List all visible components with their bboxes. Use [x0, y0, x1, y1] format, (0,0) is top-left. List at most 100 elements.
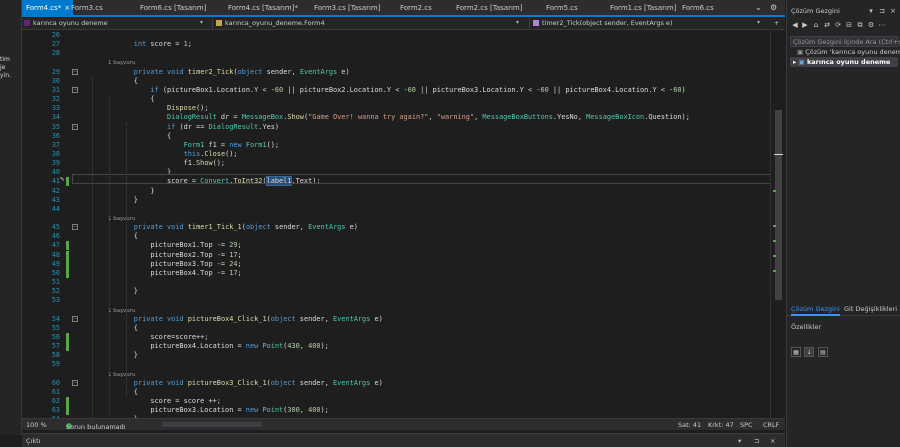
code-line: DialogResult dr = MessageBox.Show("Game …	[166, 113, 690, 122]
method-icon	[533, 20, 539, 26]
tab-form1-designer[interactable]: Form1.cs [Tasarım]	[610, 4, 676, 12]
line-number: 28	[51, 49, 60, 58]
code-line: {	[84, 131, 172, 140]
change-marker	[66, 406, 69, 416]
property-pages-icon[interactable]: ▤	[818, 347, 828, 357]
gear-icon[interactable]: ⚙	[770, 3, 777, 12]
change-marker	[66, 259, 69, 269]
reference-count-lens[interactable]: 1 başvuru	[108, 372, 135, 378]
line-number: 52	[51, 287, 60, 296]
code-line: private void timer2_Tick(object sender, …	[133, 67, 350, 76]
scrollbar-thumb[interactable]	[775, 110, 782, 300]
horizontal-scrollbar[interactable]	[162, 422, 262, 427]
code-line: score = score ++;	[84, 397, 221, 405]
solution-root-node[interactable]: ▣ Çözüm 'karınca oyunu deneme'	[797, 48, 900, 56]
line-number: 42	[51, 186, 60, 195]
collapse-icon[interactable]: −	[72, 379, 78, 386]
tab-form5-cs[interactable]: Form5.cs	[546, 4, 578, 12]
bottom-tab-strip: Çözüm Gezgini Git Değişiklikleri	[787, 303, 900, 316]
tab-form2-cs[interactable]: Form2.cs	[400, 4, 432, 12]
collapse-icon[interactable]: −	[72, 86, 78, 93]
code-line: Dispose();	[166, 104, 209, 113]
reference-count-lens[interactable]: 1 başvuru	[108, 60, 135, 66]
tab-form4-cs[interactable]: Form4.cs* ×	[22, 0, 74, 17]
change-marker	[66, 241, 69, 251]
line-ending-indicator[interactable]: CRLF	[763, 421, 779, 429]
code-line: {	[84, 95, 155, 104]
tab-label: Form4.cs*	[26, 4, 62, 12]
tab-form6-designer[interactable]: Form6.cs [Tasarım]	[140, 4, 206, 12]
line-number: 27	[51, 40, 60, 49]
line-number: 45	[51, 223, 60, 232]
chevron-down-icon: ▾	[200, 19, 204, 26]
code-line: if (pictureBox1.Location.Y < -60 || pict…	[150, 85, 686, 94]
home-icon[interactable]: ⌂	[812, 21, 820, 29]
close-icon[interactable]: ×	[64, 4, 70, 12]
indent-guide	[92, 76, 93, 418]
line-number: 30	[51, 76, 60, 85]
split-editor-icon[interactable]: +	[774, 19, 784, 29]
collapse-all-icon[interactable]: ⊟	[845, 21, 853, 29]
line-number: 34	[51, 113, 60, 122]
line-number: 60	[51, 378, 60, 387]
visual-studio-window: tim je yin. Form4.cs* × Form3.cs Form6.cs…	[0, 0, 900, 447]
code-editor[interactable]: 26 27 28 29 30 31 32 33 34 35 36 37 38 39 40 41 42 43 44 45…	[22, 30, 785, 418]
member-dropdown[interactable]: timer2_Tick(object sender, EventArgs e) ▾	[533, 19, 768, 29]
sync-icon[interactable]: ⇄	[823, 21, 831, 29]
current-line-highlight	[72, 174, 772, 184]
tab-form2-designer[interactable]: Form2.cs [Tasarım]	[456, 4, 522, 12]
solution-search-input[interactable]: Çözüm Gezgini İçinde Ara (Ctrl+ş)	[790, 36, 900, 47]
line-number: 36	[51, 131, 60, 140]
code-line: pictureBox4.Top -= 17;	[84, 268, 242, 277]
tab-form3-cs[interactable]: Form3.cs	[71, 4, 103, 12]
close-icon[interactable]: ×	[770, 437, 775, 445]
pending-changes-icon[interactable]: ⟳	[834, 21, 842, 29]
line-number-gutter: 26 27 28 29 30 31 32 33 34 35 36 37 38 39 40 41 42 43 44 45…	[22, 30, 70, 418]
navigation-bar: karınca oyunu deneme ▾ karınca_oyunu_dene…	[22, 18, 785, 30]
categorized-icon[interactable]: ▦	[791, 347, 801, 357]
tab-solution-explorer[interactable]: Çözüm Gezgini	[791, 305, 840, 316]
reference-count-lens[interactable]: 1 başvuru	[108, 308, 135, 314]
show-all-files-icon[interactable]: ⧉	[856, 21, 864, 29]
reference-count-lens[interactable]: 1 başvuru	[108, 216, 135, 222]
solution-icon: ▣	[797, 48, 806, 56]
whitespace-indicator[interactable]: SPC	[740, 421, 753, 429]
chevron-down-icon[interactable]: ▾	[738, 437, 741, 445]
collapse-icon[interactable]: −	[72, 224, 78, 231]
line-number: 37	[51, 140, 60, 149]
alphabetical-icon[interactable]: ↓	[804, 347, 814, 357]
chevron-down-icon[interactable]: ▾	[867, 7, 875, 15]
back-icon[interactable]: ◀	[791, 21, 799, 29]
output-panel-header[interactable]: Çıktı ▾ ⊐ ×	[22, 433, 785, 447]
collapse-icon[interactable]: −	[72, 315, 78, 322]
project-node[interactable]: ▸ ▣ karınca oyunu deneme	[793, 58, 890, 66]
collapse-icon[interactable]: −	[72, 123, 78, 130]
tab-form6-cs[interactable]: Form6.cs	[682, 4, 714, 12]
class-dropdown[interactable]: karınca_oyunu_deneme.Form4 ▾	[216, 19, 526, 29]
more-icon[interactable]: ⋯	[878, 21, 886, 29]
code-line: pictureBox1.Top -= 29;	[84, 241, 242, 250]
code-line: this.Close();	[183, 149, 238, 158]
line-number: 26	[51, 31, 60, 39]
vertical-scrollbar[interactable]	[770, 30, 785, 418]
properties-icon[interactable]: ⚙	[867, 21, 875, 29]
left-panel-text: yin.	[0, 72, 11, 79]
tab-git-changes[interactable]: Git Değişiklikleri	[844, 305, 897, 313]
change-marker	[66, 342, 69, 352]
change-marker	[773, 240, 776, 242]
divider	[529, 19, 530, 29]
project-node-label: karınca oyunu deneme	[806, 58, 891, 66]
tab-form3-designer[interactable]: Form3.cs [Tasarım]	[314, 4, 380, 12]
forward-icon[interactable]: ▶	[801, 21, 809, 29]
code-line: score=score++;	[84, 332, 209, 341]
collapse-icon[interactable]: −	[72, 68, 78, 75]
zoom-level-dropdown[interactable]: 100 %	[26, 421, 47, 429]
tab-form4-designer[interactable]: Form4.cs [Tasarım]*	[228, 4, 298, 12]
close-icon[interactable]: ×	[889, 7, 897, 15]
pin-icon[interactable]: ⊐	[878, 7, 886, 15]
line-number: 39	[51, 159, 60, 168]
quick-action-pencil-icon[interactable]: ✎	[60, 175, 69, 183]
tab-list-dropdown-icon[interactable]: ⌄	[755, 3, 762, 12]
project-dropdown[interactable]: karınca oyunu deneme ▾	[24, 19, 209, 29]
pin-icon[interactable]: ⊐	[754, 437, 759, 445]
